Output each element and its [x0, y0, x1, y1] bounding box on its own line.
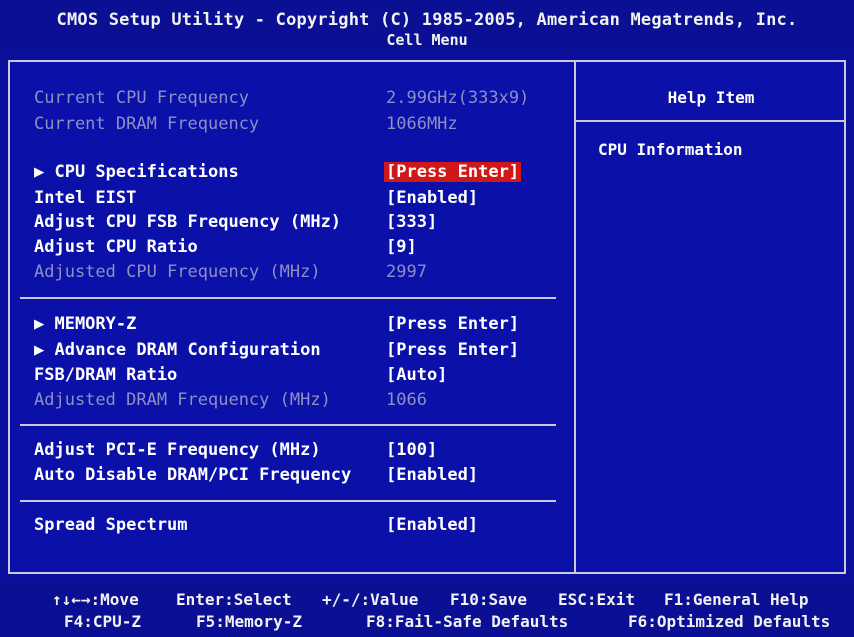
key-optimized-hint: F6:Optimized Defaults	[628, 612, 831, 631]
setting-value[interactable]: [Press Enter]	[386, 340, 519, 360]
setting-value: 1066	[386, 390, 427, 410]
setting-label: ▶ CPU Specifications	[34, 162, 239, 182]
memory-z-item[interactable]: ▶ MEMORY-Z [Press Enter]	[34, 314, 574, 338]
spread-spectrum-item[interactable]: Spread Spectrum [Enabled]	[34, 515, 574, 539]
setting-label: Auto Disable DRAM/PCI Frequency	[34, 465, 352, 485]
adjusted-cpu-frequency-row: Adjusted CPU Frequency (MHz) 2997	[34, 262, 574, 286]
setting-value[interactable]: [Auto]	[386, 365, 447, 385]
setting-value[interactable]: [Enabled]	[386, 515, 478, 535]
setting-value[interactable]: [Press Enter]	[386, 314, 519, 334]
key-move-hint: ↑↓←→:Move	[52, 590, 139, 609]
separator	[20, 424, 556, 426]
menu-title: Cell Menu	[386, 31, 468, 49]
adjusted-dram-frequency-row: Adjusted DRAM Frequency (MHz) 1066	[34, 390, 574, 414]
setting-label: ▶ MEMORY-Z	[34, 314, 137, 334]
setting-label: Adjust PCI-E Frequency (MHz)	[34, 440, 321, 460]
auto-disable-dram-pci-item[interactable]: Auto Disable DRAM/PCI Frequency [Enabled…	[34, 465, 574, 489]
setting-label: Spread Spectrum	[34, 515, 188, 535]
setting-label: FSB/DRAM Ratio	[34, 365, 178, 385]
separator	[20, 297, 556, 299]
setting-value[interactable]: [9]	[386, 237, 417, 257]
setting-value[interactable]: [Enabled]	[386, 465, 478, 485]
panel-divider	[574, 60, 576, 574]
setting-label: Adjust CPU Ratio	[34, 237, 198, 257]
setting-label: Adjusted DRAM Frequency (MHz)	[34, 390, 331, 410]
key-value-hint: +/-/:Value	[322, 590, 419, 609]
key-help-bar: ↑↓←→:Move Enter:Select +/-/:Value F10:Sa…	[0, 584, 854, 637]
key-memory-z-hint: F5:Memory-Z	[196, 612, 302, 631]
setting-value[interactable]: [333]	[386, 212, 437, 232]
setting-label: Adjusted CPU Frequency (MHz)	[34, 262, 321, 282]
key-general-help-hint: F1:General Help	[664, 590, 809, 609]
fsb-dram-ratio-item[interactable]: FSB/DRAM Ratio [Auto]	[34, 365, 574, 389]
help-title: Help Item	[667, 88, 755, 107]
adjust-pcie-frequency-item[interactable]: Adjust PCI-E Frequency (MHz) [100]	[34, 440, 574, 464]
cpu-specifications-item[interactable]: ▶ CPU Specifications [Press Enter]	[34, 162, 574, 186]
title-bar: CMOS Setup Utility - Copyright (C) 1985-…	[0, 0, 854, 50]
intel-eist-item[interactable]: Intel EIST [Enabled]	[34, 188, 574, 212]
help-text: CPU Information	[598, 140, 743, 159]
setting-value: 2.99GHz(333x9)	[386, 88, 530, 108]
setting-label: ▶ Advance DRAM Configuration	[34, 340, 321, 360]
setting-label: Intel EIST	[34, 188, 137, 208]
setting-label: Current DRAM Frequency	[34, 114, 260, 134]
key-save-hint: F10:Save	[450, 590, 528, 609]
current-dram-frequency-row: Current DRAM Frequency 1066MHz	[34, 114, 574, 138]
setting-label: Adjust CPU FSB Frequency (MHz)	[34, 212, 342, 232]
setting-value: 1066MHz	[386, 114, 458, 134]
adjust-cpu-fsb-item[interactable]: Adjust CPU FSB Frequency (MHz) [333]	[34, 212, 574, 236]
key-exit-hint: ESC:Exit	[558, 590, 636, 609]
adjust-cpu-ratio-item[interactable]: Adjust CPU Ratio [9]	[34, 237, 574, 261]
setting-value[interactable]: [Press Enter]	[384, 162, 522, 182]
key-failsafe-hint: F8:Fail-Safe Defaults	[366, 612, 569, 631]
current-cpu-frequency-row: Current CPU Frequency 2.99GHz(333x9)	[34, 88, 574, 112]
key-select-hint: Enter:Select	[176, 590, 292, 609]
setting-label: Current CPU Frequency	[34, 88, 249, 108]
setting-value[interactable]: [100]	[386, 440, 437, 460]
advance-dram-configuration-item[interactable]: ▶ Advance DRAM Configuration [Press Ente…	[34, 340, 574, 364]
setting-value[interactable]: [Enabled]	[386, 188, 478, 208]
separator	[20, 500, 556, 502]
utility-title: CMOS Setup Utility - Copyright (C) 1985-…	[56, 10, 798, 30]
help-divider	[576, 120, 846, 122]
key-cpu-z-hint: F4:CPU-Z	[64, 612, 142, 631]
setting-value: 2997	[386, 262, 427, 282]
